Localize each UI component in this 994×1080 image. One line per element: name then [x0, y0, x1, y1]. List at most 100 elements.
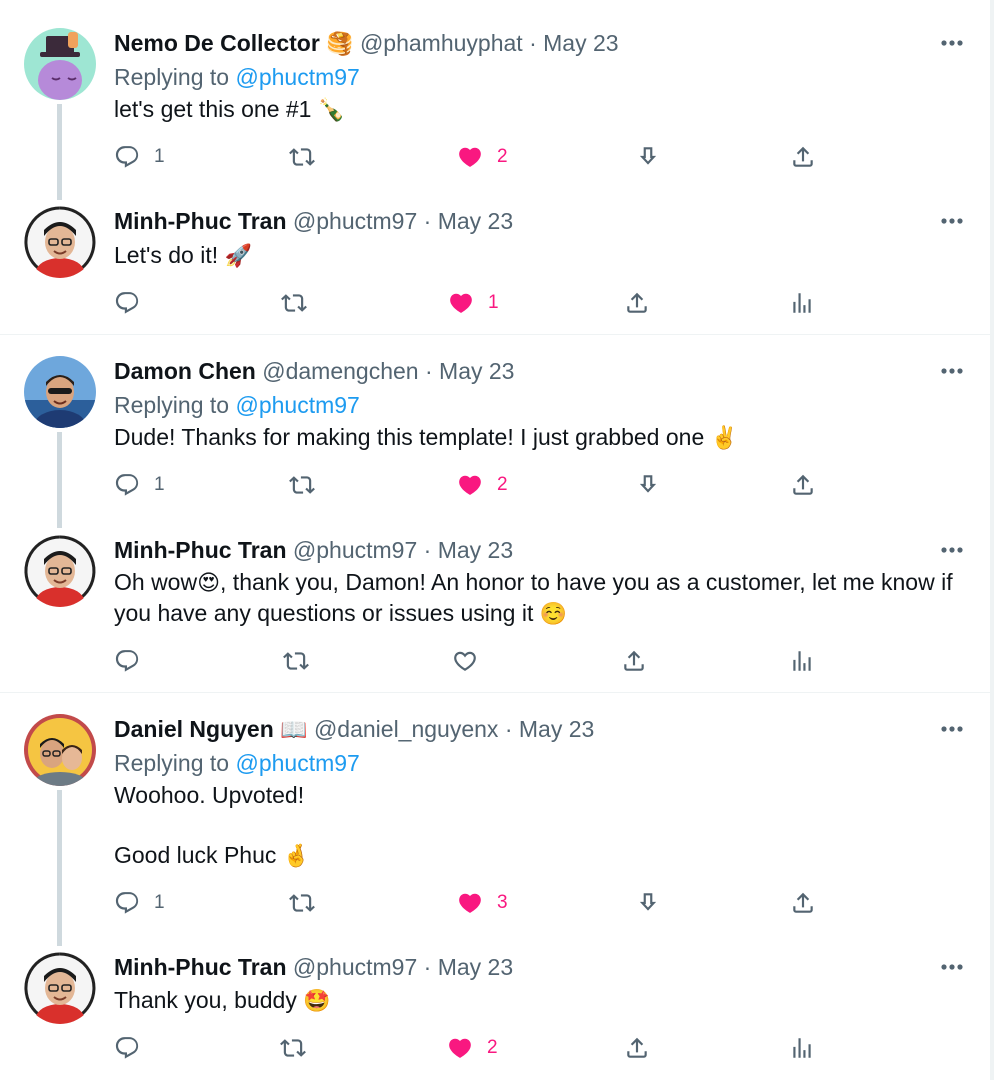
tweet-text: Let's do it! 🚀 — [114, 240, 974, 271]
text-emoji: ☺️ — [539, 601, 568, 626]
heart-icon — [447, 1035, 473, 1061]
like-button[interactable]: 1 — [448, 286, 499, 320]
reply-button[interactable]: 1 — [114, 886, 165, 920]
like-button[interactable]: 2 — [447, 1031, 498, 1065]
more-icon[interactable] — [940, 212, 964, 230]
mention-link[interactable]: @phuctm97 — [235, 392, 359, 418]
user-handle[interactable]: @daniel_nguyenx — [314, 716, 498, 742]
tweet-date[interactable]: May 23 — [519, 716, 594, 742]
display-name[interactable]: Daniel Nguyen — [114, 716, 274, 742]
save-button[interactable] — [635, 886, 661, 920]
download-icon — [635, 472, 661, 498]
tweet[interactable]: Daniel Nguyen 📖 @daniel_nguyenx · May 23… — [0, 714, 990, 934]
like-button[interactable]: 2 — [457, 140, 508, 174]
reply-button[interactable] — [114, 286, 140, 320]
like-count: 2 — [497, 474, 508, 495]
tweet-date[interactable]: May 23 — [438, 537, 513, 563]
more-icon[interactable] — [940, 541, 964, 559]
retweet-button[interactable] — [289, 140, 315, 174]
name-emoji: 📖 — [280, 717, 308, 742]
column-border — [990, 0, 994, 1080]
tweet[interactable]: Minh-Phuc Tran @phuctm97 · May 23 Thank … — [0, 952, 990, 1072]
analytics-button[interactable] — [789, 1031, 815, 1065]
retweet-button[interactable] — [280, 1031, 306, 1065]
reply-icon — [114, 472, 140, 498]
display-name[interactable]: Minh-Phuc Tran — [114, 208, 287, 234]
reply-button[interactable]: 1 — [114, 468, 165, 502]
tweet-date[interactable]: May 23 — [438, 208, 513, 234]
reply-button[interactable]: 1 — [114, 140, 165, 174]
display-name[interactable]: Minh-Phuc Tran — [114, 954, 287, 980]
share-button[interactable] — [790, 886, 816, 920]
user-handle[interactable]: @phuctm97 — [293, 954, 417, 980]
save-button[interactable] — [635, 140, 661, 174]
retweet-button[interactable] — [289, 886, 315, 920]
text-emoji: 😍 — [197, 570, 221, 595]
tweet[interactable]: Damon Chen @damengchen · May 23 Replying… — [0, 356, 990, 516]
share-button[interactable] — [790, 468, 816, 502]
more-icon[interactable] — [940, 720, 964, 738]
tweet[interactable]: Minh-Phuc Tran @phuctm97 · May 23 Oh wow… — [0, 535, 990, 685]
heart-icon — [448, 290, 474, 316]
like-count: 2 — [497, 146, 508, 167]
tweet-header: Minh-Phuc Tran @phuctm97 · May 23 — [114, 952, 513, 982]
reply-button[interactable] — [114, 1031, 140, 1065]
share-icon — [790, 144, 816, 170]
tweet-text-content: , thank you, Damon! An honor to have you… — [114, 569, 953, 626]
retweet-icon — [280, 1035, 306, 1061]
tweet-header: Minh-Phuc Tran @phuctm97 · May 23 — [114, 535, 513, 565]
avatar[interactable] — [24, 28, 96, 100]
display-name[interactable]: Nemo De Collector — [114, 30, 320, 56]
save-button[interactable] — [635, 468, 661, 502]
mention-link[interactable]: @phuctm97 — [235, 750, 359, 776]
heart-icon — [457, 472, 483, 498]
like-button[interactable]: 2 — [457, 468, 508, 502]
retweet-icon — [289, 890, 315, 916]
avatar[interactable] — [24, 714, 96, 786]
share-button[interactable] — [624, 1031, 650, 1065]
share-icon — [624, 290, 650, 316]
retweet-button[interactable] — [283, 644, 309, 678]
user-handle[interactable]: @phuctm97 — [293, 208, 417, 234]
divider — [0, 334, 994, 335]
analytics-button[interactable] — [789, 644, 815, 678]
more-icon[interactable] — [940, 958, 964, 976]
user-handle[interactable]: @phuctm97 — [293, 537, 417, 563]
share-button[interactable] — [624, 286, 650, 320]
avatar[interactable] — [24, 535, 96, 607]
like-button[interactable]: 3 — [457, 886, 508, 920]
mention-link[interactable]: @phuctm97 — [235, 64, 359, 90]
separator-dot: · — [423, 208, 432, 234]
tweet[interactable]: Nemo De Collector 🥞 @phamhuyphat · May 2… — [0, 28, 990, 188]
reply-count: 1 — [154, 892, 165, 913]
separator-dot: · — [424, 358, 433, 384]
more-icon[interactable] — [940, 362, 964, 380]
avatar[interactable] — [24, 356, 96, 428]
share-button[interactable] — [621, 644, 647, 678]
retweet-button[interactable] — [289, 468, 315, 502]
more-icon[interactable] — [940, 34, 964, 52]
action-bar: 1 2 — [0, 468, 990, 502]
retweet-button[interactable] — [281, 286, 307, 320]
display-name[interactable]: Minh-Phuc Tran — [114, 537, 287, 563]
analytics-button[interactable] — [789, 286, 815, 320]
tweet-date[interactable]: May 23 — [439, 358, 514, 384]
user-handle[interactable]: @phamhuyphat — [360, 30, 523, 56]
avatar[interactable] — [24, 952, 96, 1024]
reply-icon — [114, 1035, 140, 1061]
like-button[interactable] — [452, 644, 478, 678]
share-button[interactable] — [790, 140, 816, 174]
user-handle[interactable]: @damengchen — [262, 358, 418, 384]
tweet-date[interactable]: May 23 — [543, 30, 618, 56]
tweet-header: Daniel Nguyen 📖 @daniel_nguyenx · May 23 — [114, 714, 594, 744]
tweet-date[interactable]: May 23 — [438, 954, 513, 980]
display-name[interactable]: Damon Chen — [114, 358, 256, 384]
name-emoji: 🥞 — [326, 31, 354, 56]
tweet[interactable]: Minh-Phuc Tran @phuctm97 · May 23 Let's … — [0, 206, 990, 326]
reply-button[interactable] — [114, 644, 140, 678]
separator-dot: · — [529, 30, 537, 56]
avatar[interactable] — [24, 206, 96, 278]
tweet-text-content: Thank you, buddy — [114, 987, 297, 1013]
text-emoji: 🤩 — [303, 988, 331, 1013]
reply-icon — [114, 648, 140, 674]
